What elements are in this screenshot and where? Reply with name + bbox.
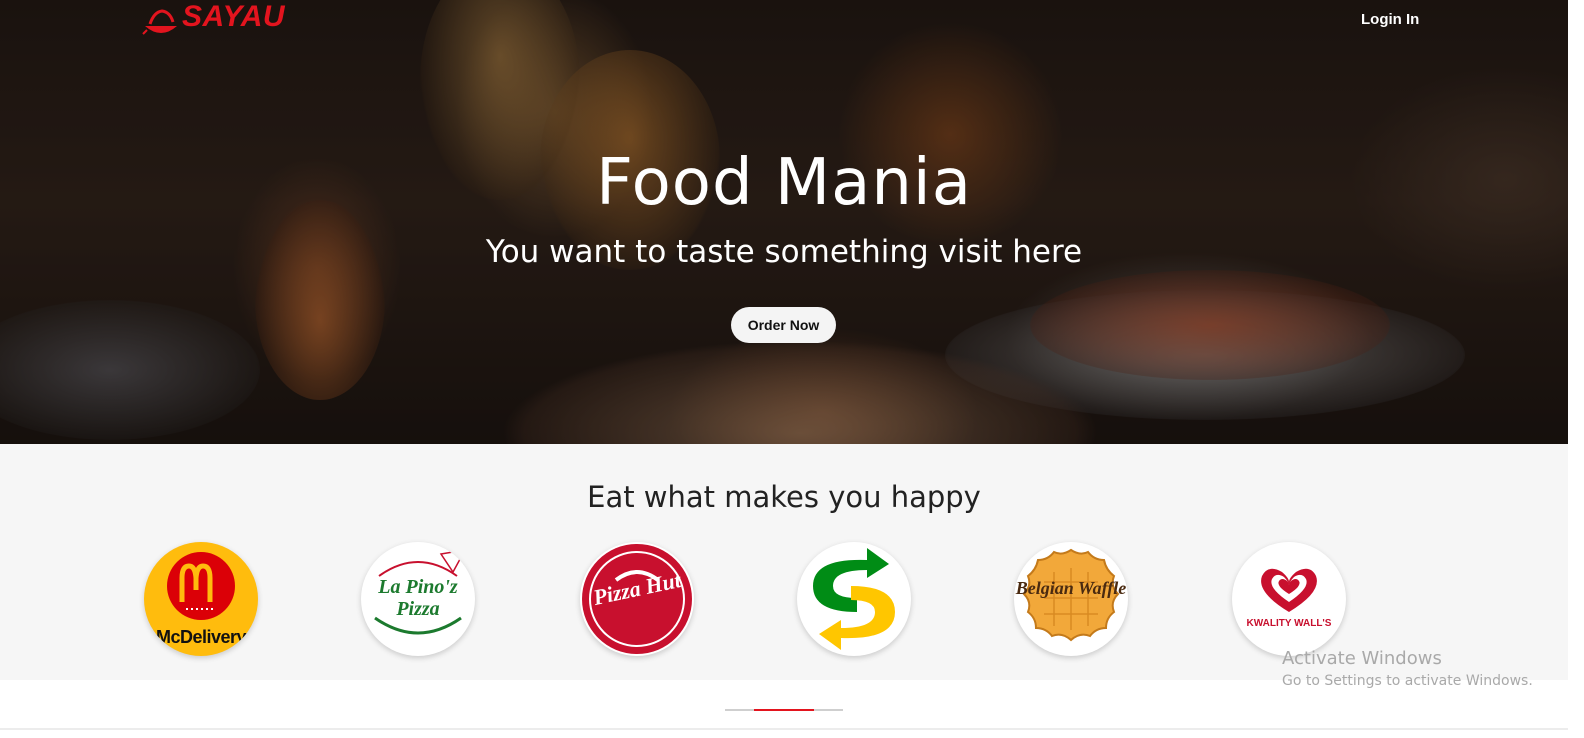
bowl-icon — [142, 9, 177, 35]
activate-windows-watermark: Activate Windows Go to Settings to activ… — [1282, 648, 1533, 689]
site-logo[interactable]: SAYAU — [142, 0, 285, 44]
hero-section: SAYAU Login In Food Mania You want to ta… — [0, 0, 1584, 448]
hero-subtitle: You want to taste something visit here — [485, 234, 1083, 270]
scrollbar-track[interactable] — [1568, 0, 1584, 738]
subway-logo-icon — [813, 548, 895, 650]
section-divider — [0, 728, 1568, 730]
brand-la-pinoz-pizza[interactable]: La Pino'z Pizza — [361, 542, 475, 656]
brand-label: La Pino'z Pizza — [378, 576, 458, 620]
carousel-indicator[interactable] — [725, 709, 843, 711]
logo-text: SAYAU — [182, 0, 286, 33]
brand-belgian-waffle[interactable]: Belgian Waffle — [1014, 542, 1128, 656]
watermark-subtitle: Go to Settings to activate Windows. — [1282, 673, 1533, 689]
hero-title: Food Mania — [596, 146, 972, 220]
order-now-button[interactable]: Order Now — [731, 307, 836, 343]
waffle-icon — [1022, 548, 1120, 642]
brand-label: KWALITY WALL'S — [1246, 618, 1332, 629]
brand-subway[interactable] — [797, 542, 911, 656]
brands-section: Eat what makes you happy McDelivery La P… — [0, 444, 1568, 680]
watermark-title: Activate Windows — [1282, 648, 1442, 669]
section-title: Eat what makes you happy — [587, 480, 981, 514]
brand-label: McDelivery — [155, 627, 247, 647]
brand-label: Belgian Waffle — [1015, 578, 1127, 598]
brand-pizza-hut[interactable]: Pizza Hut — [580, 542, 694, 656]
login-link[interactable]: Login In — [1361, 11, 1419, 28]
heart-logo-icon — [1261, 568, 1317, 612]
brand-kwality-walls[interactable]: KWALITY WALL'S — [1232, 542, 1346, 656]
hero-overlay — [0, 0, 1584, 448]
brand-mcdelivery[interactable]: McDelivery — [144, 542, 258, 656]
carousel-indicator-active[interactable] — [754, 709, 814, 711]
